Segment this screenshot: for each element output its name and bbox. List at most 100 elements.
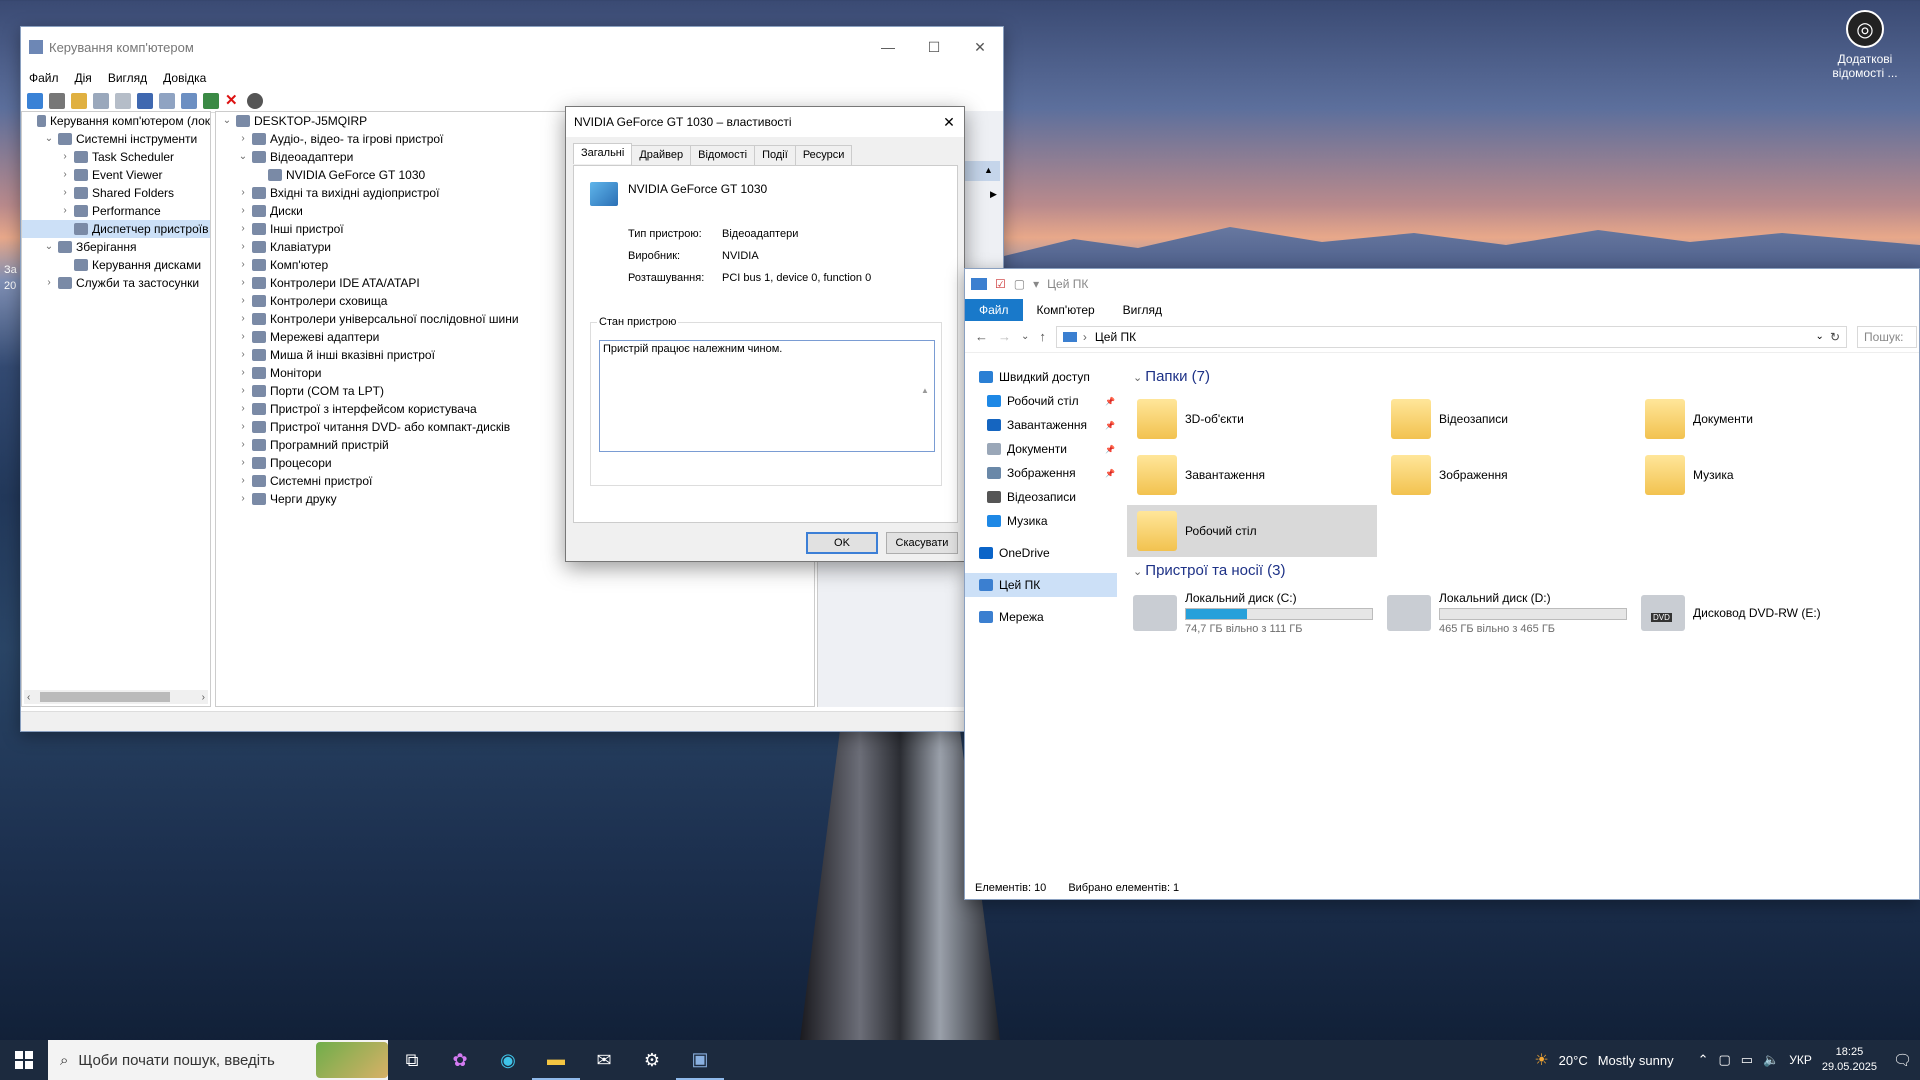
search-box[interactable]: Пошук: — [1857, 325, 1917, 348]
collapsed-chevron-icon[interactable]: › — [236, 400, 250, 418]
ribbon-computer[interactable]: Комп'ютер — [1023, 299, 1109, 321]
start-button[interactable] — [0, 1040, 48, 1080]
folder-tile[interactable]: Завантаження — [1127, 449, 1377, 501]
file-explorer-taskbar-icon[interactable]: ▬ — [532, 1040, 580, 1080]
left-tree-row[interactable]: ⌄ Зберігання — [22, 238, 210, 256]
computer-management-taskbar-icon[interactable]: ▣ — [676, 1040, 724, 1080]
weather-text[interactable]: Mostly sunny — [1598, 1053, 1674, 1068]
left-tree-row[interactable]: Диспетчер пристроїв — [22, 220, 210, 238]
temperature[interactable]: 20°C — [1559, 1053, 1588, 1068]
address-dropdown-icon[interactable]: ⌄ — [1816, 331, 1824, 342]
language-indicator[interactable]: УКР — [1789, 1053, 1812, 1067]
address-bar[interactable]: › Цей ПК ⌄ ↻ — [1055, 325, 1847, 348]
folder-tile[interactable]: 3D-об'єкти — [1127, 393, 1377, 445]
tab-general[interactable]: Загальні — [573, 143, 633, 164]
meet-now-icon[interactable]: ▢ — [1718, 1052, 1730, 1068]
folder-tile[interactable]: Робочий стіл — [1127, 505, 1377, 557]
uninstall-device-icon[interactable]: ✕ — [225, 92, 241, 109]
collapsed-chevron-icon[interactable]: › — [236, 328, 250, 346]
close-button[interactable]: ✕ — [957, 39, 1003, 56]
ok-button[interactable]: OK — [806, 532, 878, 554]
nav-item[interactable]: Зображення 📌 — [965, 461, 1117, 485]
settings-icon[interactable]: ⚙ — [628, 1040, 676, 1080]
more-actions-arrow-icon[interactable]: ▶ — [990, 189, 997, 200]
tab-events[interactable]: Події — [754, 145, 796, 166]
collapsed-chevron-icon[interactable]: › — [236, 436, 250, 454]
collapsed-chevron-icon[interactable]: › — [58, 148, 72, 166]
collapsed-chevron-icon[interactable]: › — [236, 418, 250, 436]
monitor-icon[interactable] — [181, 92, 197, 109]
help-icon[interactable] — [137, 92, 153, 109]
ribbon-view[interactable]: Вигляд — [1109, 299, 1176, 321]
network-icon[interactable]: ▭ — [1741, 1052, 1753, 1068]
recent-dropdown-icon[interactable]: ⌄ — [1021, 331, 1029, 342]
export-list-icon[interactable] — [115, 92, 131, 109]
collapse-arrow-icon[interactable]: ▲ — [984, 165, 993, 175]
menu-file[interactable]: Файл — [29, 71, 59, 85]
edge-icon[interactable]: ◉ — [484, 1040, 532, 1080]
new-folder-icon[interactable]: ▢ — [1014, 277, 1025, 291]
folder-tile[interactable]: Зображення — [1381, 449, 1631, 501]
nav-item[interactable]: Робочий стіл 📌 — [965, 389, 1117, 413]
collapsed-chevron-icon[interactable]: › — [58, 184, 72, 202]
notifications-icon[interactable]: 🗨 — [1893, 1051, 1912, 1069]
nav-item[interactable]: Документи 📌 — [965, 437, 1117, 461]
refresh-icon[interactable]: ↻ — [1830, 330, 1840, 344]
left-tree-row[interactable]: › Performance — [22, 202, 210, 220]
taskbar-search[interactable]: ⌕ Щоби почати пошук, введіть — [48, 1040, 388, 1080]
minimize-button[interactable]: — — [865, 39, 911, 55]
expanded-chevron-icon[interactable]: ⌄ — [42, 238, 56, 256]
scroll-left-icon[interactable]: ‹ — [27, 692, 30, 703]
ribbon-file[interactable]: Файл — [965, 299, 1023, 321]
copilot-icon[interactable]: ✿ — [436, 1040, 484, 1080]
back-icon[interactable] — [27, 92, 43, 109]
forward-icon[interactable] — [49, 92, 65, 109]
dialog-titlebar[interactable]: NVIDIA GeForce GT 1030 – властивості ✕ — [566, 107, 964, 137]
left-tree-row[interactable]: › Служби та застосунки — [22, 274, 210, 292]
tab-resources[interactable]: Ресурси — [794, 145, 853, 166]
chevron-up-icon[interactable]: ⌃ — [1698, 1052, 1709, 1068]
nav-item[interactable]: Музика — [965, 509, 1117, 533]
menu-action[interactable]: Дія — [75, 71, 92, 85]
collapsed-chevron-icon[interactable]: › — [236, 130, 250, 148]
nav-item[interactable]: Мережа — [965, 605, 1117, 629]
show-tree-icon[interactable] — [93, 92, 109, 109]
expanded-chevron-icon[interactable]: ⌄ — [236, 148, 250, 166]
folder-tile[interactable]: Музика — [1635, 449, 1885, 501]
nav-item[interactable]: Цей ПК — [965, 573, 1117, 597]
tab-details[interactable]: Відомості — [690, 145, 756, 166]
collapsed-chevron-icon[interactable]: › — [236, 256, 250, 274]
nav-item[interactable]: OneDrive — [965, 541, 1117, 565]
collapsed-chevron-icon[interactable]: › — [236, 454, 250, 472]
nav-item[interactable]: Завантаження 📌 — [965, 413, 1117, 437]
collapsed-chevron-icon[interactable]: › — [236, 202, 250, 220]
task-view-icon[interactable]: ⧉ — [388, 1040, 436, 1080]
folders-group-header[interactable]: ⌄ Папки (7) — [1127, 365, 1917, 389]
scroll-thumb[interactable] — [40, 692, 170, 702]
device-status-textbox[interactable]: Пристрій працює належним чином. — [599, 340, 935, 452]
tab-driver[interactable]: Драйвер — [631, 145, 692, 166]
clock[interactable]: 18:25 29.05.2025 — [1822, 1045, 1877, 1075]
menu-view[interactable]: Вигляд — [108, 71, 147, 85]
scroll-right-icon[interactable]: › — [202, 692, 205, 703]
volume-icon[interactable]: 🔈 — [1763, 1052, 1779, 1068]
drive-tile[interactable]: Локальний диск (C:) 74,7 ГБ вільно з 111 … — [1127, 585, 1377, 641]
collapsed-chevron-icon[interactable]: › — [236, 310, 250, 328]
expanded-chevron-icon[interactable]: ⌄ — [220, 112, 234, 130]
nav-item[interactable]: Відеозаписи — [965, 485, 1117, 509]
collapsed-chevron-icon[interactable]: › — [236, 184, 250, 202]
expanded-chevron-icon[interactable]: ⌄ — [42, 130, 56, 148]
up-arrow-icon[interactable]: ↑ — [1039, 329, 1046, 344]
collapsed-chevron-icon[interactable]: › — [236, 472, 250, 490]
collapsed-chevron-icon[interactable]: › — [236, 382, 250, 400]
left-tree-row[interactable]: ⌄ Системні інструменти — [22, 130, 210, 148]
collapsed-chevron-icon[interactable]: › — [236, 274, 250, 292]
dialog-close-button[interactable]: ✕ — [934, 107, 964, 137]
properties-icon[interactable] — [159, 92, 175, 109]
left-tree-row[interactable]: Керування дисками — [22, 256, 210, 274]
collapsed-chevron-icon[interactable]: › — [58, 202, 72, 220]
collapsed-chevron-icon[interactable]: › — [58, 166, 72, 184]
folder-tile[interactable]: Відеозаписи — [1381, 393, 1631, 445]
collapsed-chevron-icon[interactable]: › — [236, 292, 250, 310]
cm-titlebar[interactable]: Керування комп'ютером — ☐ ✕ — [21, 27, 1003, 67]
